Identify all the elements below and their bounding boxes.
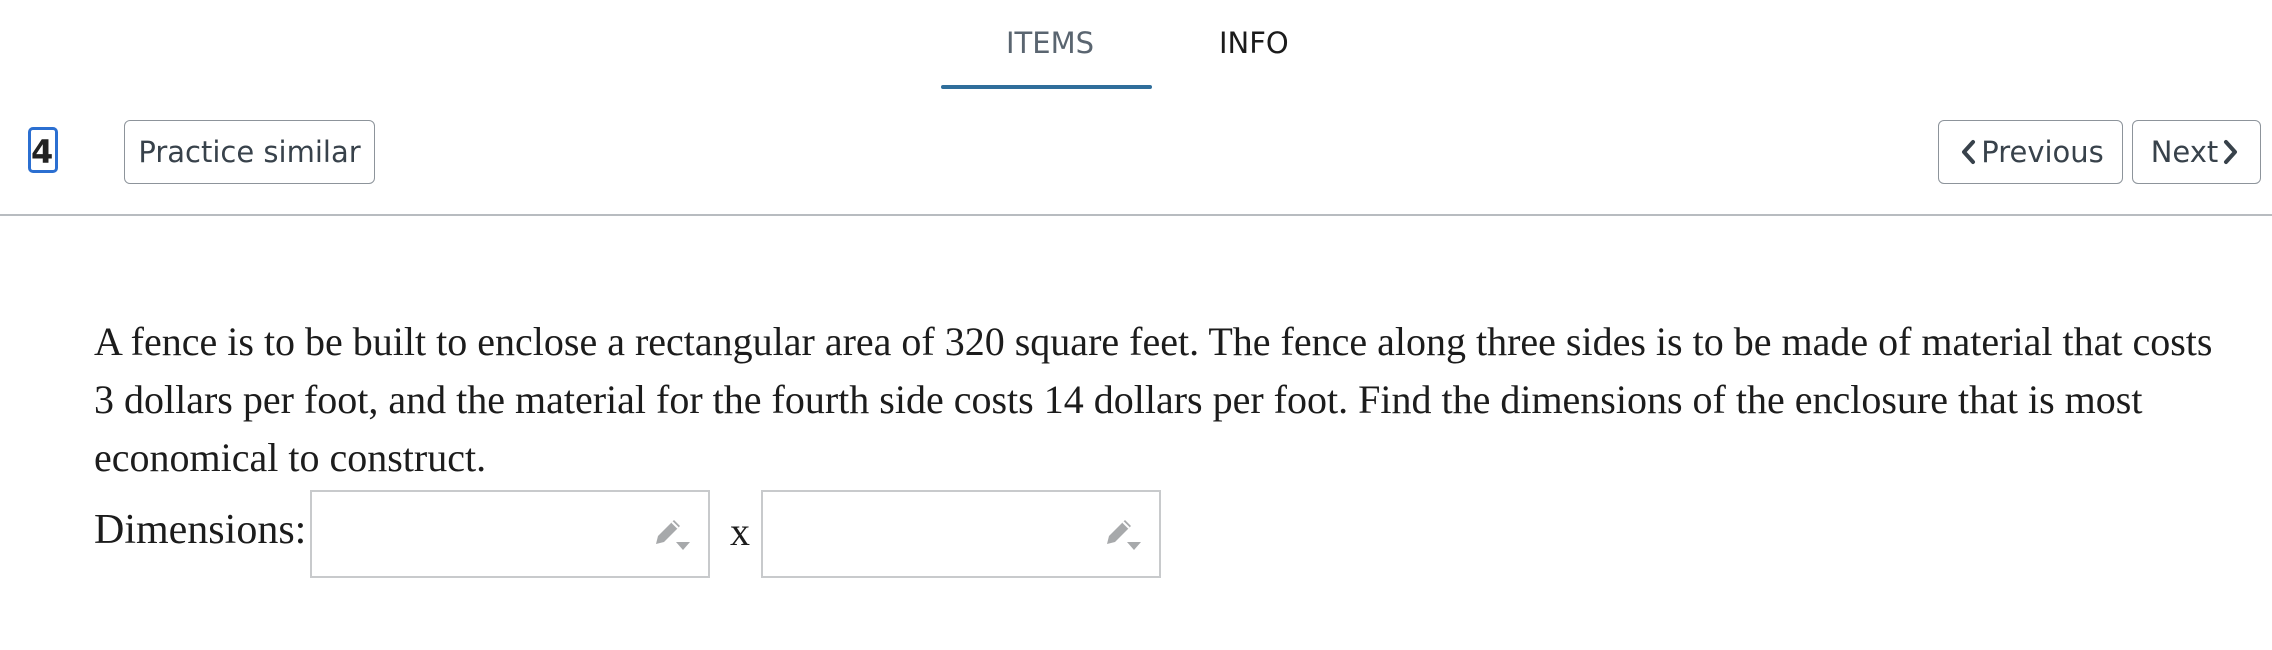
next-label: Next [2150,135,2219,169]
question-number[interactable]: 4. [28,127,58,173]
dimensions-label: Dimensions: [94,507,307,553]
previous-label: Previous [1981,135,2104,169]
question-text: A fence is to be built to enclose a rect… [94,319,2213,480]
answer-row: Dimensions: x [94,490,1294,578]
tab-items[interactable]: ITEMS [1006,26,1094,60]
tab-info[interactable]: INFO [1219,26,1289,60]
chevron-right-icon [2218,138,2242,166]
next-button[interactable]: Next [2132,120,2261,184]
previous-button[interactable]: Previous [1938,120,2123,184]
practice-similar-button[interactable]: Practice similar [124,120,375,184]
pencil-dropdown-icon[interactable] [650,514,692,554]
chevron-left-icon [1957,138,1981,166]
pencil-dropdown-icon[interactable] [1101,514,1143,554]
tab-active-indicator [941,85,1152,89]
tab-bar: ITEMS INFO [0,0,2272,90]
times-separator: x [730,509,750,554]
header-divider [0,214,2272,216]
